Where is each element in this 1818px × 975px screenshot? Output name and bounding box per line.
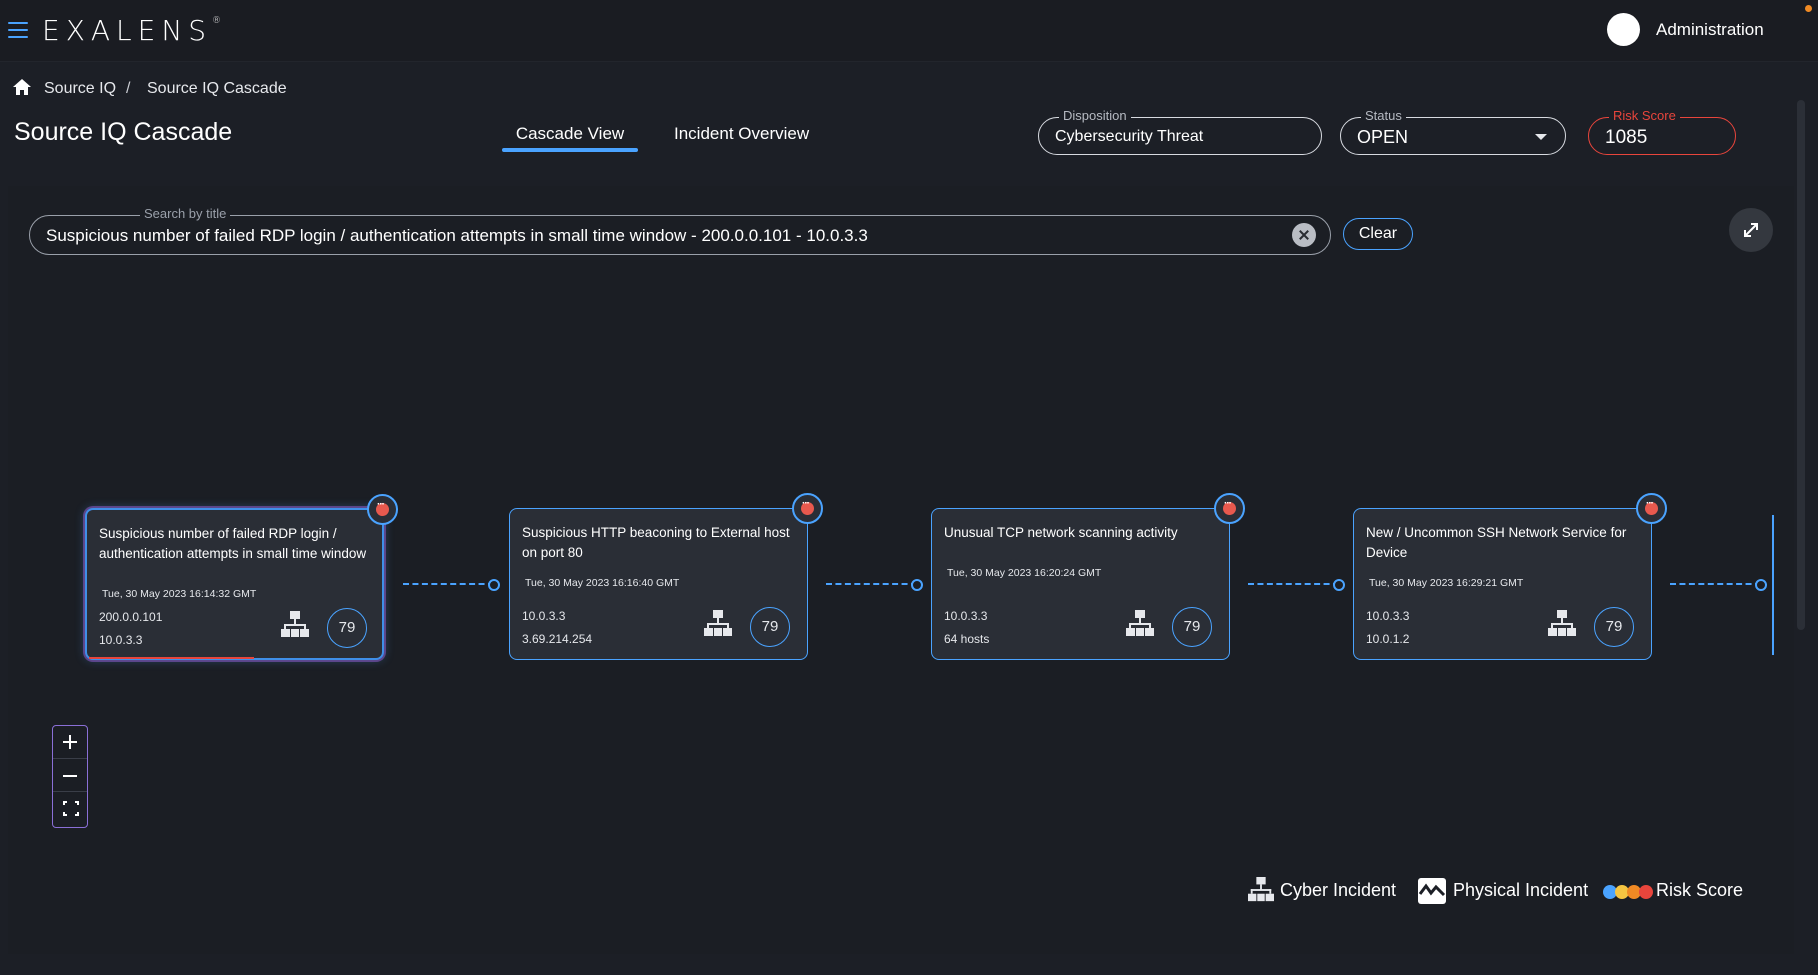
- notification-dot: [1805, 5, 1812, 12]
- cascade-connector: [1670, 579, 1767, 591]
- expand-icon: [1744, 223, 1758, 237]
- card-source: 200.0.0.101: [99, 610, 163, 624]
- status-label: Status: [1361, 108, 1406, 123]
- card-menu-button[interactable]: [367, 494, 398, 525]
- chevron-down-icon[interactable]: [1535, 134, 1547, 140]
- incident-card[interactable]: Suspicious number of failed RDP login / …: [85, 494, 398, 660]
- more-icon: [1645, 498, 1658, 515]
- tab-cascade-view[interactable]: Cascade View: [502, 124, 638, 154]
- zoom-out-button[interactable]: [53, 759, 87, 792]
- top-bar: EXALENS® Administration: [0, 0, 1818, 62]
- card-title: New / Uncommon SSH Network Service for D…: [1366, 525, 1627, 560]
- clear-button[interactable]: Clear: [1343, 218, 1413, 250]
- user-menu-label[interactable]: Administration: [1656, 20, 1764, 40]
- incident-card[interactable]: Suspicious HTTP beaconing to External ho…: [509, 493, 823, 660]
- cyber-incident-icon: [704, 610, 732, 636]
- more-icon: [801, 498, 814, 515]
- next-card-edge[interactable]: [1772, 515, 1774, 655]
- clear-search-icon[interactable]: [1292, 223, 1316, 247]
- card-source: 10.0.3.3: [944, 609, 988, 623]
- more-icon: [376, 499, 389, 516]
- more-icon: [1223, 498, 1236, 515]
- card-title: Suspicious HTTP beaconing to External ho…: [522, 525, 790, 560]
- card-target: 3.69.214.254: [522, 632, 593, 646]
- legend-physical-label: Physical Incident: [1453, 880, 1589, 900]
- card-date: Tue, 30 May 2023 16:16:40 GMT: [525, 577, 680, 589]
- zoom-controls: [52, 725, 88, 828]
- physical-incident-icon: [1418, 878, 1446, 904]
- risk-score-badge: 79: [750, 607, 790, 647]
- risk-score-scale-icon: [1603, 885, 1655, 899]
- expand-button[interactable]: [1729, 208, 1773, 252]
- risk-score-value: 1085: [1605, 127, 1648, 148]
- risk-score-field: Risk Score 1085: [1588, 108, 1736, 155]
- risk-score-badge: 79: [1594, 607, 1634, 647]
- fit-view-icon: [63, 801, 79, 816]
- cascade-connector: [403, 579, 500, 591]
- user-avatar[interactable]: [1607, 13, 1640, 46]
- card-progress: [89, 657, 254, 659]
- cyber-incident-icon: [1548, 610, 1576, 636]
- fit-view-button[interactable]: [53, 792, 87, 825]
- app-logo[interactable]: EXALENS®: [42, 14, 221, 47]
- zoom-in-button[interactable]: [53, 726, 87, 759]
- status-select[interactable]: Status OPEN: [1340, 108, 1566, 155]
- tab-incident-overview[interactable]: Incident Overview: [674, 124, 809, 154]
- legend-risk-label: Risk Score: [1656, 880, 1744, 900]
- search-field[interactable]: Search by title Suspicious number of fai…: [29, 206, 1331, 255]
- home-icon[interactable]: [12, 78, 32, 96]
- page-title: Source IQ Cascade: [14, 118, 233, 146]
- card-date: Tue, 30 May 2023 16:14:32 GMT: [102, 588, 257, 600]
- cyber-incident-icon: [281, 611, 309, 637]
- menu-icon[interactable]: [8, 22, 28, 38]
- risk-score-label: Risk Score: [1609, 108, 1680, 123]
- card-title: Unusual TCP network scanning activity: [944, 525, 1178, 540]
- risk-score-badge: 79: [1172, 607, 1212, 647]
- cascade-connector: [826, 579, 923, 591]
- card-source: 10.0.3.3: [522, 609, 566, 623]
- search-label: Search by title: [140, 206, 231, 221]
- card-menu-button[interactable]: [1636, 493, 1667, 524]
- card-title: Suspicious number of failed RDP login / …: [99, 526, 367, 561]
- card-date: Tue, 30 May 2023 16:29:21 GMT: [1369, 577, 1524, 589]
- risk-dot-critical: [1639, 885, 1653, 899]
- cyber-incident-icon: [1248, 877, 1274, 902]
- card-target: 64 hosts: [944, 632, 990, 646]
- disposition-field[interactable]: Disposition Cybersecurity Threat: [1038, 108, 1322, 155]
- search-input[interactable]: Suspicious number of failed RDP login / …: [46, 226, 868, 246]
- card-menu-button[interactable]: [1214, 493, 1245, 524]
- breadcrumb-source-iq[interactable]: Source IQ: [44, 80, 116, 98]
- legend-cyber-label: Cyber Incident: [1280, 880, 1397, 900]
- card-menu-button[interactable]: [792, 493, 823, 524]
- disposition-label: Disposition: [1059, 108, 1131, 123]
- cyber-incident-icon: [1126, 610, 1154, 636]
- cascade-connector: [1248, 579, 1345, 591]
- card-target: 10.0.3.3: [99, 633, 143, 647]
- breadcrumb-separator: /: [126, 80, 131, 97]
- card-date: Tue, 30 May 2023 16:20:24 GMT: [947, 567, 1102, 579]
- card-source: 10.0.3.3: [1366, 609, 1410, 623]
- scrollbar[interactable]: [1797, 100, 1805, 630]
- disposition-value: Cybersecurity Threat: [1055, 128, 1204, 145]
- breadcrumb-current: Source IQ Cascade: [147, 80, 287, 97]
- risk-score-badge: 79: [327, 608, 367, 648]
- status-value: OPEN: [1357, 127, 1409, 147]
- incident-card[interactable]: New / Uncommon SSH Network Service for D…: [1353, 493, 1667, 660]
- card-target: 10.0.1.2: [1366, 632, 1410, 646]
- incident-card[interactable]: Unusual TCP network scanning activity Tu…: [931, 493, 1245, 660]
